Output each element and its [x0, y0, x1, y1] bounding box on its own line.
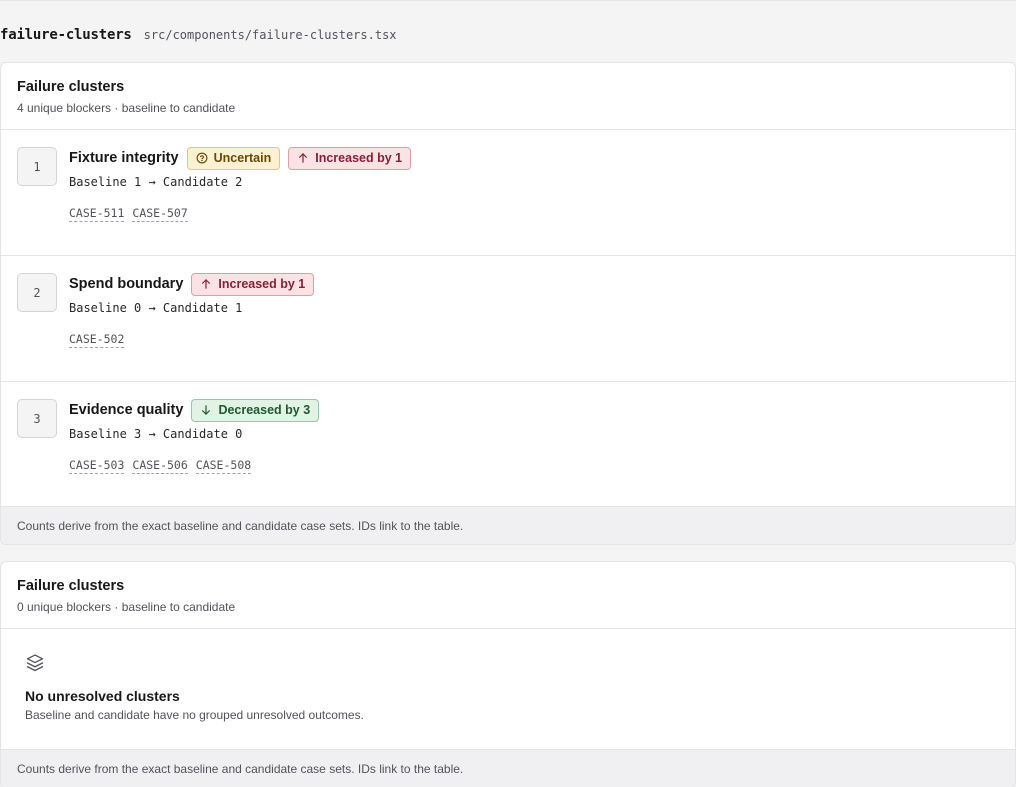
- page: failure-clusters src/components/failure-…: [0, 0, 1016, 787]
- delta-badge-increase: Increased by 1: [191, 272, 315, 296]
- cluster-counts: Baseline 1 → Candidate 2: [69, 175, 243, 189]
- cluster-body: Evidence quality Decreased by 3 Baseline…: [69, 398, 999, 474]
- case-link[interactable]: CASE-511: [69, 206, 125, 222]
- cluster-rank: 1: [17, 147, 57, 186]
- cluster-rank: 2: [17, 273, 57, 312]
- panel-subtitle: 0 unique blockers · baseline to candidat…: [17, 600, 236, 614]
- panel-footer: Counts derive from the exact baseline an…: [1, 506, 1015, 544]
- status-badge-uncertain: Uncertain: [186, 146, 281, 170]
- cluster-body: Spend boundary Increased by 1 Baseline 0…: [69, 272, 999, 348]
- cluster-title: Evidence quality: [69, 402, 184, 418]
- badge-label: Increased by 1: [315, 151, 403, 165]
- case-link[interactable]: CASE-506: [132, 458, 188, 474]
- delta-badge-decrease: Decreased by 3: [191, 398, 320, 422]
- cluster-title-row: Fixture integrity Uncertain Increased by…: [69, 146, 999, 170]
- failure-clusters-empty-panel: Failure clusters 0 unique blockers · bas…: [0, 561, 1016, 787]
- cluster-title-row: Spend boundary Increased by 1: [69, 272, 999, 296]
- cluster-title-row: Evidence quality Decreased by 3: [69, 398, 999, 422]
- panel-footer: Counts derive from the exact baseline an…: [1, 749, 1015, 787]
- arrow-up-icon: [202, 279, 211, 289]
- panel-subtitle: 4 unique blockers · baseline to candidat…: [17, 101, 236, 115]
- cluster-counts: Baseline 0 → Candidate 1: [69, 301, 243, 315]
- panel-header: Failure clusters 4 unique blockers · bas…: [1, 63, 1015, 130]
- cluster-counts: Baseline 3 → Candidate 0: [69, 427, 243, 441]
- layers-icon: [26, 654, 44, 672]
- component-name: failure-clusters: [0, 27, 132, 43]
- case-links: CASE-503 CASE-506 CASE-508: [69, 458, 999, 474]
- file-header: failure-clusters src/components/failure-…: [0, 27, 397, 45]
- component-path: src/components/failure-clusters.tsx: [143, 28, 397, 42]
- badge-label: Decreased by 3: [218, 403, 311, 417]
- empty-state-title: No unresolved clusters: [25, 688, 180, 704]
- cluster-item: 1 Fixture integrity Uncertain Increased …: [1, 130, 1015, 256]
- panel-title: Failure clusters: [17, 578, 125, 594]
- case-link[interactable]: CASE-502: [69, 332, 125, 348]
- failure-clusters-panel: Failure clusters 4 unique blockers · bas…: [0, 62, 1016, 545]
- case-link[interactable]: CASE-507: [132, 206, 188, 222]
- arrow-down-icon: [202, 405, 211, 415]
- delta-badge-increase: Increased by 1: [288, 146, 412, 170]
- cluster-title: Fixture integrity: [69, 150, 179, 166]
- case-link[interactable]: CASE-508: [195, 458, 252, 474]
- case-links: CASE-502: [69, 332, 999, 348]
- empty-state-text: Baseline and candidate have no grouped u…: [25, 708, 364, 722]
- question-circle-icon: [196, 152, 208, 164]
- cluster-title: Spend boundary: [69, 276, 184, 292]
- badge-label: Uncertain: [213, 151, 272, 165]
- cluster-item: 2 Spend boundary Increased by 1 Baseline…: [1, 256, 1015, 382]
- panel-header: Failure clusters 0 unique blockers · bas…: [1, 562, 1015, 629]
- case-link[interactable]: CASE-503: [69, 458, 125, 474]
- badge-label: Increased by 1: [218, 277, 306, 291]
- cluster-item: 3 Evidence quality Decreased by 3 Baseli…: [1, 382, 1015, 508]
- arrow-up-icon: [299, 153, 308, 163]
- cluster-body: Fixture integrity Uncertain Increased by…: [69, 146, 999, 222]
- panel-title: Failure clusters: [17, 79, 125, 95]
- case-links: CASE-511 CASE-507: [69, 206, 999, 222]
- cluster-rank: 3: [17, 399, 57, 438]
- empty-state: No unresolved clusters Baseline and cand…: [25, 653, 364, 723]
